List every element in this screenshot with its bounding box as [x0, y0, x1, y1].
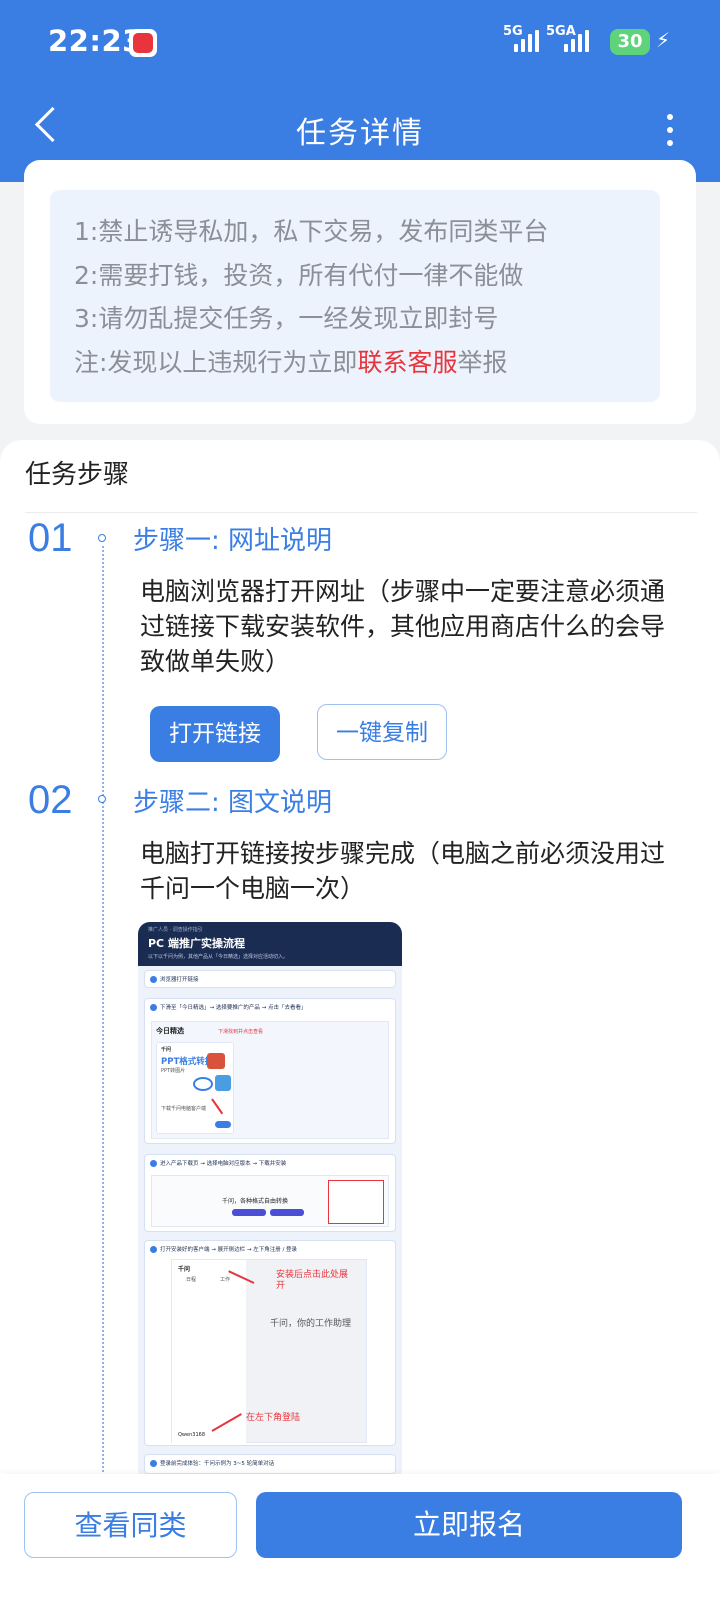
- step-marker-icon: [150, 1004, 157, 1011]
- guide-subtitle: 以下以千问为例，其他产品从「今日精选」选择对应活动切入。: [148, 954, 289, 960]
- more-menu-icon[interactable]: [660, 112, 680, 148]
- guide-step-5: 登录前完成体验：千问示例为 3~5 轮简单对话: [144, 1454, 396, 1474]
- guide-convert-heading: 千问，各种格式自由转换: [222, 1198, 289, 1205]
- timeline-dot-1: [98, 534, 106, 542]
- guide-expand-note: 安装后点击此处展开: [276, 1270, 349, 1291]
- rule-line-2: 2:需要打钱，投资，所有代付一律不能做: [74, 260, 524, 290]
- signal-strength-icon-2: [564, 30, 590, 52]
- rule-line-3: 3:请勿乱提交任务，一经发现立即封号: [74, 304, 499, 333]
- step-marker-icon: [150, 1160, 157, 1167]
- ppt-icon: [207, 1053, 225, 1069]
- guide-ppt-sub: PPT转图片: [161, 1068, 186, 1074]
- guide-step-4-text: 打开安装好的客户端 → 展开侧边栏 → 左下角注册 / 登录: [160, 1247, 298, 1253]
- version-list: [328, 1180, 384, 1224]
- steps-section-title: 任务步骤: [25, 460, 130, 490]
- guide-step-2-screenshot: 今日精选 下滑找到并点击查看 千问 PPT格式转换 PPT转图片 下载千问电脑客…: [151, 1021, 389, 1139]
- timeline-dot-2: [98, 795, 106, 803]
- rule-line-1: 1:禁止诱导私加，私下交易，发布同类平台: [74, 217, 549, 246]
- view-similar-button[interactable]: 查看同类: [24, 1492, 237, 1558]
- guide-step-4-screenshot: 千问 日程 工作 安装后点击此处展开 千问，你的工作助理 在左下角登陆 Qwen…: [171, 1259, 367, 1444]
- steps-timeline: [102, 546, 104, 1516]
- guide-crumb: 推广人员 · 调查操作指引: [148, 927, 203, 933]
- guide-tab-1: 日程: [186, 1277, 197, 1283]
- guide-ppt-title: PPT格式转换: [161, 1057, 214, 1067]
- step-title-2: 步骤二: 图文说明: [133, 788, 333, 818]
- signal-strength-icon: [514, 30, 540, 52]
- guide-header: 推广人员 · 调查操作指引 PC 端推广实操流程 以下以千问为例，其他产品从「今…: [138, 922, 402, 966]
- rules-card: 1:禁止诱导私加，私下交易，发布同类平台 2:需要打钱，投资，所有代付一律不能做…: [24, 160, 696, 424]
- step-marker-icon: [150, 1246, 157, 1253]
- image-icon: [215, 1075, 231, 1091]
- guide-welcome-text: 千问，你的工作助理: [270, 1319, 352, 1329]
- open-link-button[interactable]: 打开链接: [150, 706, 280, 762]
- page-title: 任务详情: [296, 116, 424, 151]
- charging-icon: ⚡: [656, 28, 671, 52]
- guide-step-4: 打开安装好的客户端 → 展开侧边栏 → 左下角注册 / 登录 千问 日程 工作 …: [144, 1240, 396, 1446]
- guide-step-3-screenshot: 千问，各种格式自由转换: [151, 1175, 389, 1227]
- copy-link-button[interactable]: 一键复制: [317, 704, 447, 760]
- battery-level: 30: [610, 29, 650, 55]
- step-marker-icon: [150, 976, 157, 983]
- guide-today-heading: 今日精选: [156, 1027, 184, 1035]
- rule-note-suffix: 举报: [457, 347, 508, 377]
- guide-product-card: 千问 PPT格式转换 PPT转图片 下载千问电脑客户端: [156, 1042, 234, 1134]
- step-description-2: 电脑打开链接按步骤完成（电脑之前必须没用过千问一个电脑一次）: [140, 839, 666, 903]
- guide-step-1: 浏览器打开链接: [144, 970, 396, 988]
- guide-step-3-text: 进入产品下载页 → 选择电脑对应版本 → 下载并安装: [160, 1161, 287, 1167]
- guide-download-client: 下载千问电脑客户端: [161, 1106, 207, 1112]
- app-notification-icon: [129, 29, 157, 57]
- guide-go-button: [215, 1121, 231, 1128]
- guide-note: 下滑找到并点击查看: [218, 1029, 264, 1035]
- guide-image[interactable]: 推广人员 · 调查操作指引 PC 端推广实操流程 以下以千问为例，其他产品从「今…: [138, 922, 402, 1482]
- guide-step-3: 进入产品下载页 → 选择电脑对应版本 → 下载并安装 千问，各种格式自由转换: [144, 1154, 396, 1232]
- download-windows-button: [232, 1209, 266, 1216]
- status-bar: 22:23 5G 5GA 30 ⚡: [0, 0, 720, 80]
- bottom-action-bar: 查看同类 立即报名: [0, 1474, 720, 1600]
- guide-step-5-text: 登录前完成体验：千问示例为 3~5 轮简单对话: [160, 1461, 275, 1467]
- divider: [25, 512, 697, 513]
- guide-user-name: Qwen3168: [178, 1432, 205, 1438]
- step-description-1: 电脑浏览器打开网址（步骤中一定要注意必须通过链接下载安装软件，其他应用商店什么的…: [140, 577, 666, 676]
- step-marker-icon: [150, 1460, 157, 1467]
- rule-note-prefix: 注:发现以上违规行为立即: [74, 347, 358, 377]
- guide-step-2-text: 下滑至「今日精选」→ 选择要推广的产品 → 点击「去看看」: [160, 1005, 307, 1011]
- guide-app-name: 千问: [178, 1266, 191, 1273]
- convert-icon: [193, 1077, 213, 1091]
- rule-line-4: 注:发现以上违规行为立即联系客服举报: [74, 341, 636, 385]
- rules-notice: 1:禁止诱导私加，私下交易，发布同类平台 2:需要打钱，投资，所有代付一律不能做…: [50, 190, 660, 402]
- guide-tab-2: 工作: [220, 1277, 231, 1283]
- sign-up-button[interactable]: 立即报名: [256, 1492, 682, 1558]
- guide-step-1-text: 浏览器打开链接: [160, 977, 199, 983]
- guide-login-note: 在左下角登陆: [246, 1413, 301, 1423]
- guide-title: PC 端推广实操流程: [148, 937, 245, 950]
- task-steps-card: 任务步骤 01 步骤一: 网址说明 电脑浏览器打开网址（步骤中一定要注意必须通过…: [0, 440, 720, 1600]
- contact-support-link[interactable]: 联系客服: [357, 348, 457, 377]
- step-title-1: 步骤一: 网址说明: [133, 526, 333, 556]
- download-mac-button: [270, 1209, 304, 1216]
- guide-step-2: 下滑至「今日精选」→ 选择要推广的产品 → 点击「去看看」 今日精选 下滑找到并…: [144, 998, 396, 1144]
- step-number-1: 01: [28, 516, 73, 560]
- step-number-2: 02: [28, 778, 73, 822]
- guide-brand: 千问: [161, 1047, 172, 1053]
- app-header: 22:23 5G 5GA 30 ⚡ 任务详情: [0, 0, 720, 182]
